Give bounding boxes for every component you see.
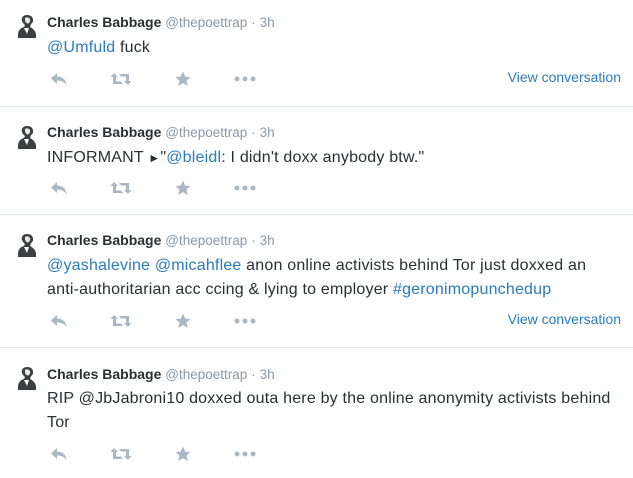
tweet-text: INFORMANT ►"@bleidl: I didn't doxx anybo…: [47, 146, 622, 170]
reply-button[interactable]: [47, 69, 71, 89]
retweet-icon: [110, 182, 132, 194]
hashtag-link[interactable]: #geronimopunchedup: [393, 281, 551, 298]
meta-separator: ·: [251, 15, 256, 30]
avatar[interactable]: [14, 12, 42, 40]
tweet-text: @yashalevine @micahflee anon online acti…: [47, 254, 622, 302]
star-icon: [175, 446, 191, 461]
favorite-button[interactable]: [171, 444, 195, 464]
avatar-portrait-icon: [14, 364, 42, 392]
meta-separator: ·: [251, 233, 256, 248]
mention-link[interactable]: @yashalevine: [47, 257, 150, 274]
tweet-text: RIP @JbJabroni10 doxxed outa here by the…: [47, 387, 622, 435]
tweet-text-segment: fuck: [115, 39, 151, 56]
meta-separator: ·: [251, 125, 256, 140]
timeline: Charles Babbage @thepoettrap · 3h @Umful…: [0, 0, 633, 478]
author-handle[interactable]: @thepoettrap: [165, 367, 247, 382]
reply-button[interactable]: [47, 178, 71, 198]
tweet: Charles Babbage @thepoettrap · 3h INFORM…: [0, 107, 633, 215]
retweet-button[interactable]: [109, 69, 133, 89]
author-handle[interactable]: @thepoettrap: [165, 233, 247, 248]
tweet: Charles Babbage @thepoettrap · 3h RIP @J…: [0, 348, 633, 478]
avatar[interactable]: [14, 123, 42, 151]
star-icon: [175, 71, 191, 86]
pointer-glyph: ►: [148, 151, 161, 165]
tweet-text: @Umfuld fuck: [47, 36, 622, 60]
more-icon: [234, 185, 256, 191]
author-handle[interactable]: @thepoettrap: [165, 15, 247, 30]
retweet-icon: [110, 73, 132, 85]
avatar-portrait-icon: [14, 231, 42, 259]
tweet-actions: [47, 178, 287, 198]
retweet-icon: [110, 448, 132, 460]
avatar-portrait-icon: [14, 123, 42, 151]
meta-separator: ·: [251, 367, 256, 382]
tweet-text-segment: RIP @JbJabroni10 doxxed outa here by the…: [47, 390, 611, 431]
more-button[interactable]: [233, 311, 257, 331]
view-conversation-link[interactable]: View conversation: [508, 311, 621, 327]
favorite-button[interactable]: [171, 311, 195, 331]
tweet-timestamp[interactable]: 3h: [260, 233, 275, 248]
avatar[interactable]: [14, 364, 42, 392]
tweet-text-segment: INFORMANT: [47, 149, 149, 166]
view-conversation-link[interactable]: View conversation: [508, 69, 621, 85]
mention-link[interactable]: @micahflee: [155, 257, 242, 274]
tweet-actions: [47, 311, 287, 331]
author-name[interactable]: Charles Babbage: [47, 124, 161, 140]
favorite-button[interactable]: [171, 69, 195, 89]
reply-icon: [51, 315, 67, 327]
avatar[interactable]: [14, 231, 42, 259]
reply-icon: [51, 448, 67, 460]
tweet-timestamp[interactable]: 3h: [260, 367, 275, 382]
tweet-timestamp[interactable]: 3h: [260, 15, 275, 30]
author-name[interactable]: Charles Babbage: [47, 14, 161, 30]
reply-button[interactable]: [47, 311, 71, 331]
more-icon: [234, 76, 256, 82]
tweet-timestamp[interactable]: 3h: [260, 125, 275, 140]
tweet-actions: [47, 444, 287, 464]
favorite-button[interactable]: [171, 178, 195, 198]
author-name[interactable]: Charles Babbage: [47, 232, 161, 248]
reply-button[interactable]: [47, 444, 71, 464]
tweet-text-segment: : I didn't doxx anybody btw.": [221, 149, 425, 166]
retweet-button[interactable]: [109, 311, 133, 331]
reply-icon: [51, 73, 67, 85]
retweet-icon: [110, 315, 132, 327]
author-name[interactable]: Charles Babbage: [47, 366, 161, 382]
mention-link[interactable]: @bleidl: [166, 149, 221, 166]
avatar-portrait-icon: [14, 12, 42, 40]
tweet: Charles Babbage @thepoettrap · 3h @yasha…: [0, 215, 633, 348]
star-icon: [175, 313, 191, 328]
more-icon: [234, 318, 256, 324]
retweet-button[interactable]: [109, 444, 133, 464]
star-icon: [175, 180, 191, 195]
tweet: Charles Babbage @thepoettrap · 3h @Umful…: [0, 0, 633, 107]
tweet-actions: [47, 69, 287, 89]
reply-icon: [51, 182, 67, 194]
retweet-button[interactable]: [109, 178, 133, 198]
more-button[interactable]: [233, 444, 257, 464]
author-handle[interactable]: @thepoettrap: [165, 125, 247, 140]
more-icon: [234, 451, 256, 457]
more-button[interactable]: [233, 178, 257, 198]
more-button[interactable]: [233, 69, 257, 89]
mention-link[interactable]: @Umfuld: [47, 39, 115, 56]
